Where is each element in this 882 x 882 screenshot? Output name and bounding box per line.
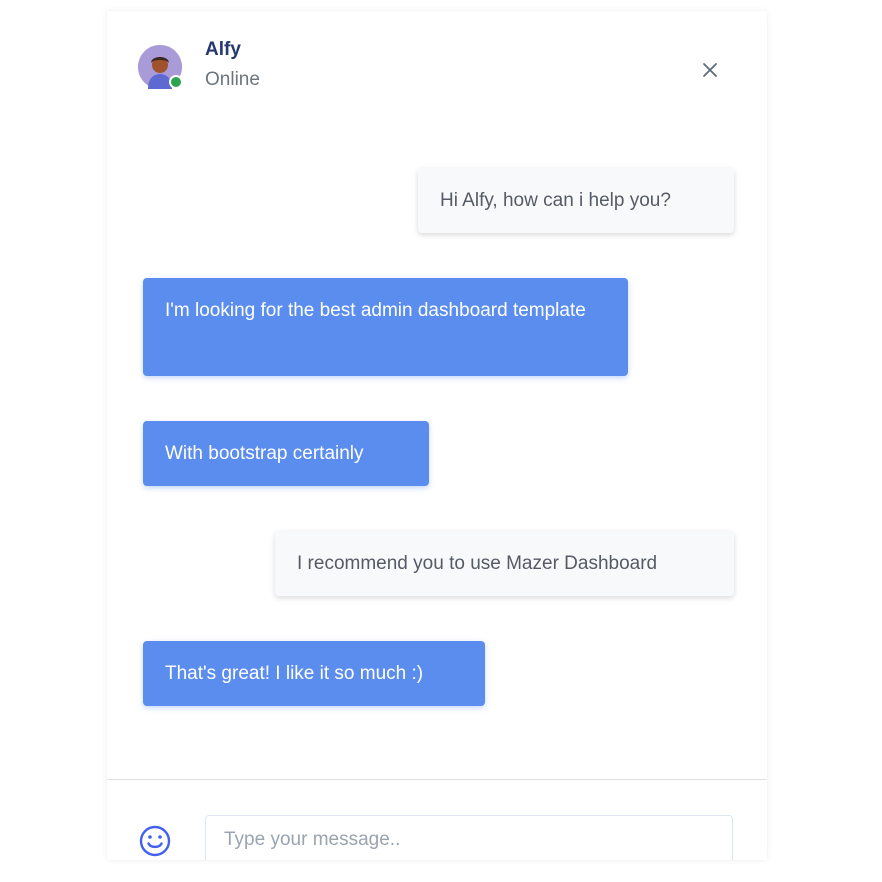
online-status-dot (169, 75, 183, 89)
chat-card: Alfy Online Hi Alfy, how can i help you?… (107, 11, 767, 860)
close-button[interactable] (699, 59, 721, 81)
message-incoming: I recommend you to use Mazer Dashboard (275, 531, 734, 596)
chat-header: Alfy Online (107, 11, 767, 121)
emoji-button[interactable] (138, 824, 172, 858)
message-input[interactable] (205, 815, 733, 860)
smile-icon (139, 825, 171, 857)
message-outgoing: With bootstrap certainly (143, 421, 429, 486)
message-outgoing: I'm looking for the best admin dashboard… (143, 278, 628, 376)
message-outgoing: That's great! I like it so much :) (143, 641, 485, 706)
close-icon (703, 63, 717, 77)
message-incoming: Hi Alfy, how can i help you? (418, 168, 734, 233)
contact-avatar (138, 45, 183, 89)
composer-divider (107, 779, 767, 780)
contact-status: Online (205, 69, 260, 90)
contact-name: Alfy (205, 39, 241, 60)
